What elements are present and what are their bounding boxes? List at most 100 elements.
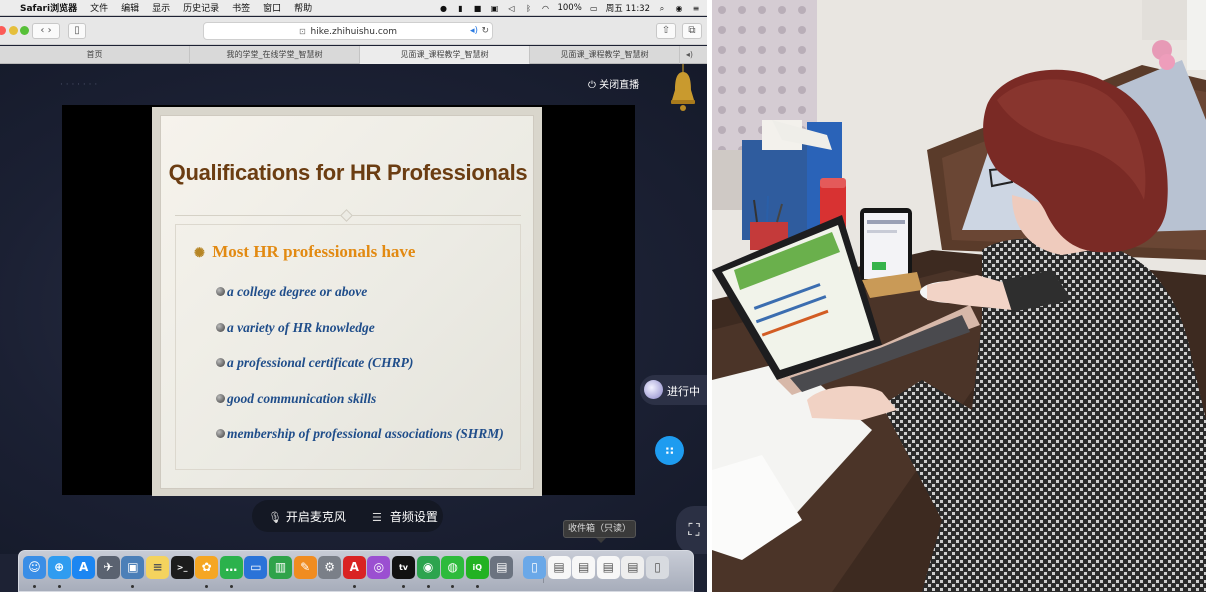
- wechat-status-icon[interactable]: ●: [438, 4, 448, 13]
- microphone-button-label: 开启麦克风: [285, 510, 346, 524]
- dock-tooltip: 收件箱（只读）: [563, 520, 636, 543]
- menu-item-view[interactable]: 显示: [152, 1, 170, 14]
- show-tabs-button[interactable]: ⧉: [682, 23, 702, 39]
- tab-my-classroom[interactable]: 我的学堂_在线学堂_智慧树: [190, 46, 360, 64]
- menu-item-safari[interactable]: Safari浏览器: [20, 1, 77, 14]
- close-live-label: 关闭直播: [599, 80, 640, 91]
- slide-sub-item-text: a variety of HR knowledge: [227, 320, 375, 335]
- downloads-icon[interactable]: ▤: [572, 556, 596, 579]
- wechat-icon[interactable]: ◍: [441, 556, 465, 579]
- tab-home[interactable]: 首页: [0, 46, 190, 64]
- sphere-bullet-icon: [216, 394, 225, 403]
- battery-icon[interactable]: ▭: [589, 4, 599, 13]
- menu-bar: Safari浏览器 文件 编辑 显示 历史记录 书签 窗口 帮助 ● ▮ ■ ▣…: [0, 0, 707, 16]
- faint-page-header: · · · · · · ·: [60, 80, 98, 90]
- menu-item-help[interactable]: 帮助: [294, 1, 312, 14]
- slide-title: Qualifications for HR Professionals: [168, 160, 528, 185]
- slide-sub-item: a variety of HR knowledge: [216, 320, 375, 336]
- lock-icon: ⊡: [298, 27, 306, 36]
- menu-item-file[interactable]: 文件: [90, 1, 108, 14]
- dock: ☺ ⊕ A ✈ ▣ ≡ >_ ✿… ▭ ▥ ✎ ⚙ A ◎ tv ◉ ◍ iQ ▤ ▯ ▤ ▤ ▤ ▤ ▯: [18, 550, 694, 592]
- sidebar-toggle-button[interactable]: ▯: [68, 23, 86, 39]
- iqiyi-icon[interactable]: iQ: [465, 556, 489, 579]
- share-button[interactable]: ⇧: [656, 23, 676, 39]
- bell-icon[interactable]: [668, 64, 698, 122]
- folder-icon[interactable]: ▯: [523, 556, 546, 579]
- tab-audio-icon[interactable]: ◂): [470, 23, 478, 40]
- chrome-icon[interactable]: ◉: [416, 556, 440, 579]
- keynote-icon[interactable]: ▭: [244, 556, 268, 579]
- menu-item-edit[interactable]: 编辑: [121, 1, 139, 14]
- power-icon: ⏻: [588, 80, 596, 91]
- close-live-button[interactable]: ⏻ 关闭直播: [588, 76, 639, 91]
- running-indicator: [352, 585, 356, 588]
- search-icon[interactable]: ⌕: [657, 4, 667, 13]
- microphone-status-icon[interactable]: ▮: [455, 4, 465, 13]
- sphere-bullet-icon: [216, 323, 225, 332]
- battery-percent: 100%: [557, 3, 582, 13]
- reload-icon[interactable]: ↻: [481, 23, 489, 40]
- running-indicator: [451, 585, 455, 588]
- apple-tv-icon[interactable]: tv: [392, 556, 415, 579]
- system-preferences-icon[interactable]: ⚙: [318, 556, 342, 579]
- input-source-icon[interactable]: ▣: [489, 4, 499, 13]
- composite-figure: Safari浏览器 文件 编辑 显示 历史记录 书签 窗口 帮助 ● ▮ ■ ▣…: [0, 0, 1206, 592]
- browser-toolbar: ‹ › ▯ ⊡ hike.zhihuishu.com ◂) ↻ ⇧ ⧉: [0, 17, 707, 45]
- microphone-icon: 🎙︎: [268, 511, 282, 524]
- volume-icon[interactable]: ◁: [506, 4, 516, 13]
- preview-icon[interactable]: ▣: [121, 556, 145, 579]
- avatar: [644, 380, 663, 399]
- pages-icon[interactable]: ✎: [293, 556, 317, 579]
- file-icon[interactable]: ▤: [621, 556, 645, 579]
- audio-settings-button[interactable]: ☰ 音频设置: [372, 508, 438, 525]
- notification-center-icon[interactable]: ≡: [691, 4, 701, 13]
- terminal-icon[interactable]: >_: [170, 556, 194, 579]
- close-window-button[interactable]: [0, 26, 6, 35]
- menu-item-window[interactable]: 窗口: [263, 1, 281, 14]
- safari-icon[interactable]: ⊕: [47, 556, 71, 579]
- fullscreen-button[interactable]: ⛶: [676, 506, 707, 554]
- photos-icon[interactable]: ✿: [195, 556, 219, 579]
- app-status-icon[interactable]: ■: [472, 4, 482, 13]
- numbers-icon[interactable]: ▥: [269, 556, 292, 579]
- slide-body: Qualifications for HR Professionals ✺ Mo…: [160, 115, 534, 489]
- slide-sub-item: good communication skills: [216, 391, 376, 407]
- slide-sub-item-text: good communication skills: [227, 391, 377, 406]
- tab-bar: 首页 我的学堂_在线学堂_智慧树 见面课_课程教学_智慧树 见面课_课程教学_智…: [0, 46, 707, 64]
- messages-icon[interactable]: …: [219, 556, 243, 579]
- back-forward-buttons[interactable]: ‹ ›: [32, 23, 60, 39]
- minimize-window-button[interactable]: [9, 26, 18, 35]
- running-indicator: [33, 585, 36, 588]
- podcasts-icon[interactable]: ◎: [367, 556, 391, 579]
- running-status-pill[interactable]: 进行中: [640, 375, 707, 405]
- microphone-button[interactable]: 🎙︎ 开启麦克风: [268, 508, 346, 525]
- menu-item-bookmarks[interactable]: 书签: [232, 1, 250, 14]
- finder-icon[interactable]: ☺: [23, 556, 46, 579]
- zoom-window-button[interactable]: [20, 26, 29, 35]
- wifi-icon[interactable]: ◠: [540, 4, 550, 13]
- desktop-icon[interactable]: ▤: [596, 556, 620, 579]
- trash-icon[interactable]: ▯: [646, 556, 669, 579]
- tab-meeting-course-2[interactable]: 见面课_课程教学_智慧树: [530, 46, 680, 64]
- notes-icon[interactable]: ≡: [146, 556, 169, 579]
- acrobat-icon[interactable]: A: [342, 556, 366, 579]
- apps-grid-button[interactable]: ⠶: [655, 436, 684, 465]
- address-bar[interactable]: ⊡ hike.zhihuishu.com ◂) ↻: [203, 22, 493, 40]
- clock[interactable]: 周五 11:32: [606, 2, 650, 14]
- siri-icon[interactable]: ◉: [674, 4, 684, 13]
- live-lesson-page: · · · · · · · ⏻ 关闭直播 Qualifications for …: [0, 64, 707, 554]
- slide-main-bullet-text: Most HR professionals have: [212, 242, 416, 261]
- launchpad-icon[interactable]: ✈: [96, 556, 120, 579]
- tab-audio-indicator-icon[interactable]: ◂): [686, 46, 693, 64]
- bluetooth-icon[interactable]: ᛒ: [523, 4, 533, 13]
- tab-meeting-course-1[interactable]: 见面课_课程教学_智慧树: [360, 46, 530, 64]
- fullscreen-icon: ⛶: [688, 520, 700, 539]
- slide-sub-item-text: a college degree or above: [227, 284, 368, 299]
- screenshot-icon[interactable]: ▤: [490, 556, 514, 579]
- slide-sub-item-text: a professional certificate (CHRP): [227, 355, 414, 370]
- documents-icon[interactable]: ▤: [547, 556, 571, 579]
- app-store-icon[interactable]: A: [72, 556, 96, 579]
- teacher-photo: [712, 0, 1206, 592]
- running-indicator: [229, 585, 233, 588]
- menu-item-history[interactable]: 历史记录: [183, 1, 219, 14]
